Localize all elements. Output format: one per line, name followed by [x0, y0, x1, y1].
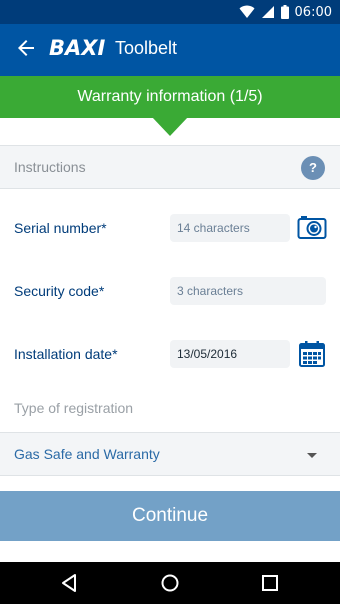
help-icon[interactable]: ?	[301, 156, 325, 180]
calendar-icon[interactable]	[298, 340, 326, 368]
registration-type-label: Type of registration	[14, 400, 134, 416]
serial-number-label: Serial number*	[14, 220, 107, 236]
nav-home-icon[interactable]	[160, 573, 180, 593]
installation-date-input[interactable]: 13/05/2016	[170, 340, 290, 368]
system-nav-bar	[0, 562, 340, 604]
installation-date-label: Installation date*	[14, 346, 118, 362]
dropdown-caret-icon	[307, 453, 317, 458]
instructions-row[interactable]: Instructions ?	[0, 145, 340, 189]
back-arrow-icon[interactable]	[14, 36, 38, 60]
app-title: Toolbelt	[115, 38, 178, 58]
camera-icon[interactable]	[297, 214, 327, 240]
app-bar: BAXI Toolbelt	[0, 24, 340, 76]
nav-recents-icon[interactable]	[260, 573, 280, 593]
brand-logo: BAXI	[49, 36, 106, 60]
serial-number-input[interactable]: 14 characters	[170, 214, 290, 242]
signal-icon	[261, 6, 274, 18]
status-bar: 06:00	[0, 0, 340, 24]
battery-icon	[280, 5, 289, 19]
security-code-label: Security code*	[14, 283, 105, 299]
instructions-label: Instructions	[14, 159, 86, 175]
nav-back-icon[interactable]	[60, 573, 80, 593]
step-banner: Warranty information (1/5)	[0, 76, 340, 118]
clock: 06:00	[294, 4, 332, 20]
step-banner-pointer	[152, 117, 188, 136]
wifi-icon	[239, 5, 255, 18]
registration-type-select[interactable]: Gas Safe and Warranty	[0, 432, 340, 476]
security-code-input[interactable]: 3 characters	[170, 277, 326, 305]
registration-type-value: Gas Safe and Warranty	[14, 446, 160, 462]
continue-button[interactable]: Continue	[0, 491, 340, 541]
